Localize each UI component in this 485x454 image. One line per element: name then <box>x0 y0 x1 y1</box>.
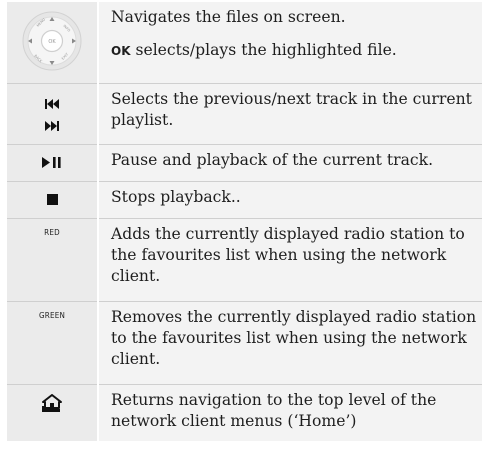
table-row: Pause and playback of the current track. <box>7 144 482 182</box>
green-key-label: GREEN <box>38 311 66 320</box>
icon-cell: RED <box>7 218 99 302</box>
description-cell: Stops playback.. <box>98 181 482 219</box>
dial-ok-label: OK <box>48 39 56 45</box>
description-cell: Pause and playback of the current track. <box>98 144 482 182</box>
table-row: RED Adds the currently displayed radio s… <box>7 218 482 302</box>
row-description: Removes the currently displayed radio st… <box>111 308 477 368</box>
skip-next-icon <box>45 121 59 131</box>
row-description: Returns navigation to the top level of t… <box>111 391 437 430</box>
table-row: Stops playback.. <box>7 181 482 219</box>
table-row: Selects the previous/next track in the c… <box>7 83 482 145</box>
row-description: Navigates the files on screen. <box>111 8 346 26</box>
play-pause-icon <box>42 157 61 168</box>
icon-cell <box>7 83 99 145</box>
icon-cell: GREEN <box>7 301 99 385</box>
description-cell: Selects the previous/next track in the c… <box>98 83 482 145</box>
icon-cell <box>7 181 99 219</box>
row-description-2: selects/plays the highlighted file. <box>130 41 397 59</box>
table-row: Returns navigation to the top level of t… <box>7 384 482 441</box>
icon-cell: MENU INFO BACK EXIT OK <box>7 2 99 84</box>
icon-cell <box>7 144 99 182</box>
stop-icon <box>46 194 58 205</box>
row-description: Selects the previous/next track in the c… <box>111 90 472 129</box>
description-cell: Removes the currently displayed radio st… <box>98 301 482 385</box>
skip-previous-icon <box>45 99 59 109</box>
description-cell: Navigates the files on screen. OK select… <box>98 2 482 84</box>
ok-key-label: OK <box>111 44 131 58</box>
home-icon <box>42 394 62 412</box>
table-row: GREEN Removes the currently displayed ra… <box>7 301 482 385</box>
row-description: Pause and playback of the current track. <box>111 151 434 169</box>
description-cell: Returns navigation to the top level of t… <box>98 384 482 441</box>
remote-function-table: MENU INFO BACK EXIT OK Navigates the fil… <box>7 2 482 441</box>
row-description: Adds the currently displayed radio stati… <box>111 225 465 285</box>
row-description: Stops playback.. <box>111 188 241 206</box>
table-row: MENU INFO BACK EXIT OK Navigates the fil… <box>7 2 482 84</box>
icon-cell <box>7 384 99 441</box>
navigation-dial-icon: MENU INFO BACK EXIT OK <box>22 11 82 71</box>
description-cell: Adds the currently displayed radio stati… <box>98 218 482 302</box>
red-key-label: RED <box>44 228 60 237</box>
